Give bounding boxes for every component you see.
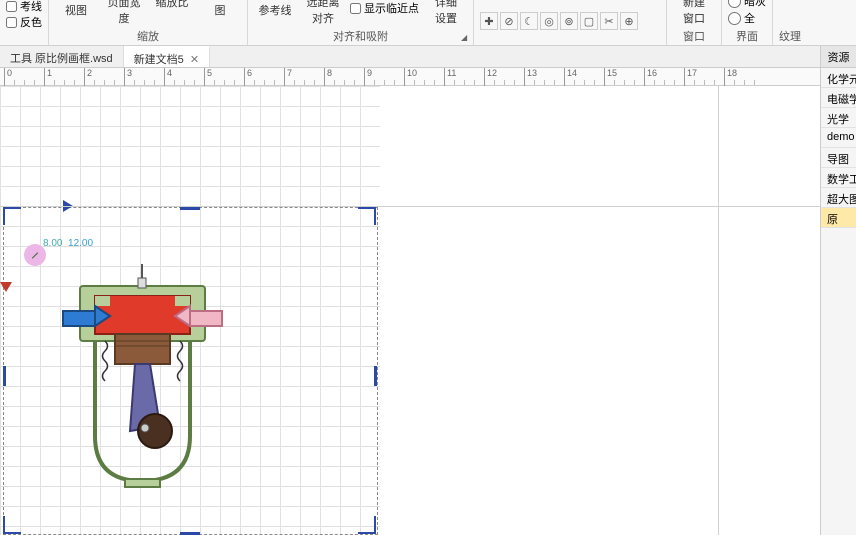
ruler-tick: 1 (44, 68, 52, 86)
ruler-tick: 16 (644, 68, 657, 86)
guide-line-h (0, 206, 820, 207)
radio-dark-label: 暗灰 (744, 0, 766, 9)
radio-other[interactable]: 全 (728, 10, 766, 26)
new-window-button[interactable]: 🗔 新建 窗口 (673, 0, 715, 26)
ribbon-group-zoom: ⤢ 适合到 视图 ↔ 适合到 页面宽度 🔍 缩放比 ✋ 拖动视图 缩放 (49, 0, 248, 45)
resource-item[interactable]: 超大图 (821, 188, 856, 208)
align-group-label: 对齐和吸附 (254, 28, 467, 44)
ribbon-group-texture: 纹理 (773, 0, 807, 45)
ruler-tick: 17 (684, 68, 697, 86)
check-fanse-label: 反色 (20, 14, 42, 30)
tab-original-label: 工具 原比例画框.wsd (10, 50, 113, 66)
check-kxian[interactable]: 考线 (6, 0, 42, 14)
resource-panel-title: 资源 (821, 46, 856, 68)
shape-cut-icon[interactable]: ✂ (600, 12, 618, 30)
ribbon-group-left-checks: 考线 反色 (0, 0, 49, 45)
resource-item[interactable]: 数学工 (821, 168, 856, 188)
ruler-tick: 14 (564, 68, 577, 86)
ruler-tick: 2 (84, 68, 92, 86)
shape-overlap-icon[interactable]: ◎ (540, 12, 558, 30)
shape-crescent-icon[interactable]: ☾ (520, 12, 538, 30)
coord-y: 12.00 (68, 238, 93, 249)
shape-palette: ✚ ⊘ ☾ ◎ ⊚ ▢ ✂ ⊕ (480, 12, 660, 30)
zoom-ratio-label: 缩放比 (156, 0, 189, 10)
engine-diagram[interactable] (60, 256, 225, 506)
ribbon-group-interface: … 暗灰 全 界面 (722, 0, 773, 45)
resource-item[interactable]: 化学元 (821, 68, 856, 88)
resource-item[interactable]: 原 (821, 208, 856, 228)
shape-plus2-icon[interactable]: ⊕ (620, 12, 638, 30)
fit-width-button[interactable]: ↔ 适合到 页面宽度 (103, 0, 145, 26)
check-show-near-label: 显示临近点 (364, 0, 419, 16)
resource-panel: 资源 化学元电磁学光学demo导图数学工超大图原 (820, 46, 856, 535)
workspace: 8.00 12.00 (0, 86, 820, 535)
texture-group-label: 纹理 (779, 28, 801, 44)
canvas-edge-line (718, 86, 719, 535)
check-show-near[interactable]: 显示临近点 (350, 0, 419, 16)
canvas[interactable]: 8.00 12.00 (0, 86, 820, 535)
interface-group-label: 界面 (728, 28, 766, 44)
far-align-label: 远距离 对齐 (307, 0, 340, 26)
ribbon-group-align: ☷ 参考线 ⇔ 远距离 对齐 … 显示临近点 ⚙ 详细 设置 对齐和吸附 ◢ (248, 0, 474, 45)
ruler-tick: 12 (484, 68, 497, 86)
resource-item[interactable]: 导图 (821, 148, 856, 168)
fit-width-label: 适合到 页面宽度 (103, 0, 145, 26)
shape-ring-icon[interactable]: ⊚ (560, 12, 578, 30)
shape-box-icon[interactable]: ▢ (580, 12, 598, 30)
check-kxian-label: 考线 (20, 0, 42, 14)
ruler-tick: 5 (204, 68, 212, 86)
zoom-group-label: 缩放 (55, 28, 241, 44)
ruler-tick: 15 (604, 68, 617, 86)
document-tabbar: 工具 原比例画框.wsd 新建文档5 ✕ (0, 46, 856, 68)
tab-new-doc-label: 新建文档5 (134, 51, 184, 67)
ribbon-toolbar: 考线 反色 ⤢ 适合到 视图 ↔ 适合到 页面宽度 🔍 缩放比 ✋ 拖动视图 (0, 0, 856, 46)
resource-item[interactable]: demo (821, 128, 856, 148)
shape-circle-slash-icon[interactable]: ⊘ (500, 12, 518, 30)
ribbon-group-shapes: ✚ ⊘ ☾ ◎ ⊚ ▢ ✂ ⊕ (474, 0, 667, 45)
ribbon-group-window: 🗔 新建 窗口 窗口 (667, 0, 722, 45)
ruler-tick: 9 (364, 68, 372, 86)
radio-dark[interactable]: 暗灰 (728, 0, 766, 9)
window-group-label: 窗口 (673, 28, 715, 44)
ruler-tick: 13 (524, 68, 537, 86)
radio-other-label: 全 (744, 10, 755, 26)
ruler-tick: 3 (124, 68, 132, 86)
resource-list: 化学元电磁学光学demo导图数学工超大图原 (821, 68, 856, 228)
new-window-label: 新建 窗口 (683, 0, 705, 26)
pan-view-label: 拖动视图 (199, 0, 241, 18)
ruler-tick: 0 (4, 68, 12, 86)
ruler-tick: 6 (244, 68, 252, 86)
close-icon[interactable]: ✕ (190, 53, 199, 66)
tab-new-doc[interactable]: 新建文档5 ✕ (124, 46, 210, 67)
ruler-tick: 10 (404, 68, 417, 86)
ruler-tick: 18 (724, 68, 737, 86)
marker-arrow-red[interactable] (0, 282, 12, 292)
guides-button[interactable]: ☷ 参考线 (254, 0, 296, 18)
ruler-tick: 8 (324, 68, 332, 86)
resource-item[interactable]: 光学 (821, 108, 856, 128)
detail-settings-label: 详细 设置 (435, 0, 457, 26)
coord-x: 8.00 (43, 238, 62, 249)
zoom-ratio-button[interactable]: 🔍 缩放比 (151, 0, 193, 10)
far-align-button[interactable]: ⇔ 远距离 对齐 (302, 0, 344, 26)
pan-view-button[interactable]: ✋ 拖动视图 (199, 0, 241, 18)
ruler-tick: 4 (164, 68, 172, 86)
detail-settings-button[interactable]: ⚙ 详细 设置 (425, 0, 467, 26)
guides-label: 参考线 (259, 2, 292, 18)
ruler-tick: 7 (284, 68, 292, 86)
shape-plus-icon[interactable]: ✚ (480, 12, 498, 30)
coordinate-readout: 8.00 12.00 (43, 238, 93, 249)
resource-item[interactable]: 电磁学 (821, 88, 856, 108)
check-fanse[interactable]: 反色 (6, 14, 42, 30)
fit-view-label: 适合到 视图 (60, 0, 93, 18)
tab-original[interactable]: 工具 原比例画框.wsd (0, 46, 124, 67)
fit-view-button[interactable]: ⤢ 适合到 视图 (55, 0, 97, 18)
align-dialog-launcher[interactable]: ◢ (461, 33, 471, 43)
ruler-horizontal[interactable]: 0123456789101112131415161718 (0, 68, 856, 86)
